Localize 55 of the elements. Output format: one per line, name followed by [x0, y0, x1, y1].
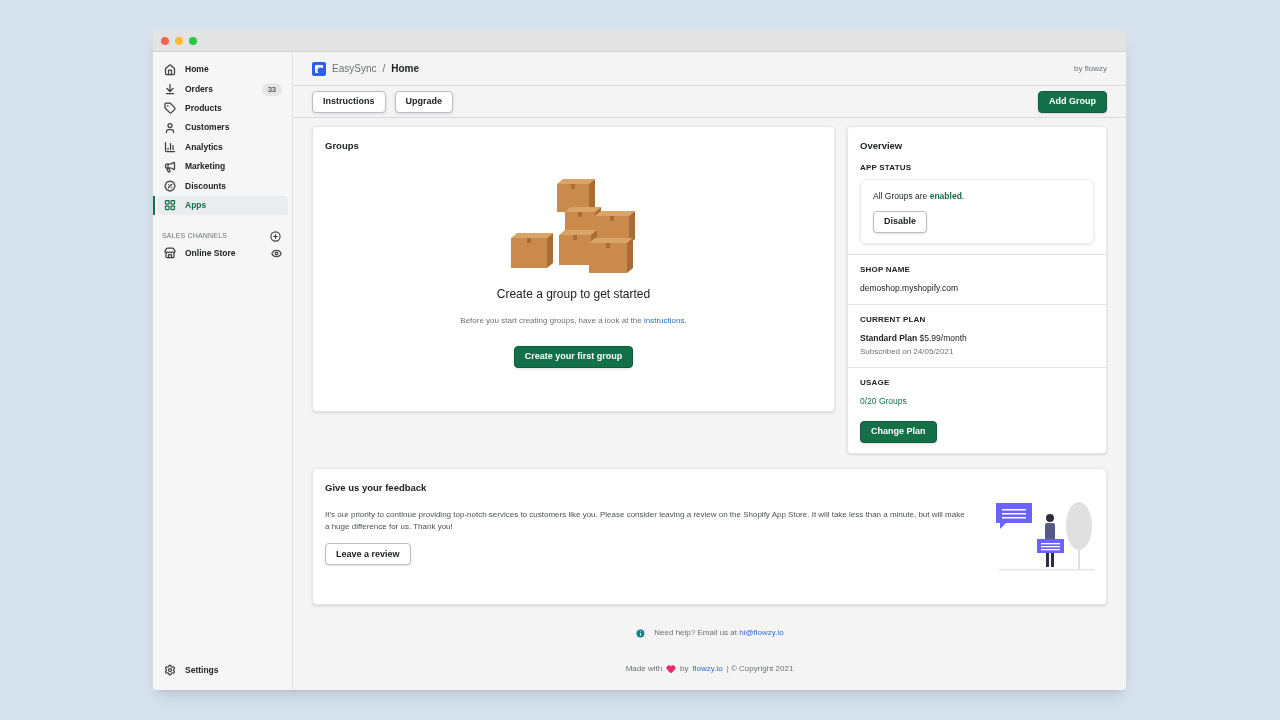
footer-text: by — [680, 663, 689, 675]
sidebar-item[interactable]: Analytics — [157, 137, 288, 157]
app-name[interactable]: EasySync — [332, 61, 377, 76]
heart-icon — [666, 664, 677, 674]
section-label: APP STATUS — [860, 162, 913, 175]
breadcrumb-separator: / — [382, 62, 386, 76]
megaphone-icon — [164, 160, 176, 173]
percent-badge-icon — [164, 180, 176, 193]
create-group-button[interactable]: Create your first group — [513, 346, 634, 368]
person-icon — [164, 121, 176, 134]
card-title: Give us your feedback — [325, 481, 428, 495]
author-text: by flowzy — [1074, 62, 1107, 75]
shop-name: demoshop.myshopify.com — [860, 282, 960, 295]
add-group-button[interactable]: Add Group — [1038, 90, 1107, 113]
section-label: CURRENT PLAN — [860, 313, 927, 326]
toolbar-button[interactable]: Instructions — [312, 90, 386, 113]
disable-button[interactable]: Disable — [873, 211, 927, 233]
help-text: Need help? Email us at hi@flowzy.io — [654, 627, 784, 639]
add-circle-icon[interactable] — [270, 230, 281, 242]
app-logo-icon — [312, 61, 326, 76]
usage-value: 0/20 Groups — [860, 394, 907, 408]
sidebar-item[interactable]: Discounts — [157, 176, 288, 196]
empty-state-heading: Create a group to get started — [496, 286, 651, 304]
card-title: Overview — [860, 139, 904, 153]
email-link[interactable]: hi@flowzy.io — [739, 628, 784, 637]
sidebar-item[interactable]: Customers — [157, 118, 288, 138]
sidebar-item[interactable]: Settings — [157, 660, 288, 680]
empty-state-text: Before you start creating groups, have a look at the instructions. — [459, 315, 688, 328]
download-icon — [164, 83, 176, 96]
house-icon — [164, 63, 176, 76]
section-label: SHOP NAME — [860, 264, 912, 276]
feedback-text: It's our priority to continue providing top-notch services to customers like you. Please consider leaving a review on the Shopify App Store. It will take less than a minute, but will make a huge difference for us. Thank you! — [325, 509, 966, 534]
tag-icon — [164, 102, 176, 115]
status-text: All Groups are enabled. — [873, 190, 965, 203]
change-plan-button[interactable]: Change Plan — [860, 421, 937, 443]
settings-icon — [164, 664, 176, 676]
toolbar-button[interactable]: Upgrade — [394, 90, 454, 113]
sidebar-item[interactable]: Products — [157, 98, 288, 119]
sidebar-item[interactable]: Home — [157, 60, 288, 80]
sidebar-item[interactable]: Marketing — [157, 156, 288, 177]
info-icon — [635, 627, 647, 639]
copyright-text: | © Copyright 2021 — [726, 663, 794, 675]
footer-link[interactable]: flowzy.io — [692, 663, 723, 675]
store-icon — [164, 247, 176, 260]
subscription-date: Subscribed on 24/05/2021 — [860, 345, 955, 358]
card-title: Groups — [325, 139, 359, 153]
leave-review-button[interactable]: Leave a review — [325, 543, 411, 566]
section-label: USAGE — [860, 376, 890, 389]
footer-text: Made with — [625, 663, 663, 675]
bar-chart-icon — [164, 141, 176, 154]
page-title: Home — [391, 62, 420, 76]
sidebar-item[interactable]: Online Store — [157, 243, 288, 264]
eye-icon[interactable] — [271, 247, 282, 259]
plan-name: Standard Plan $5.99/month — [860, 331, 968, 345]
grid-icon — [164, 199, 176, 212]
